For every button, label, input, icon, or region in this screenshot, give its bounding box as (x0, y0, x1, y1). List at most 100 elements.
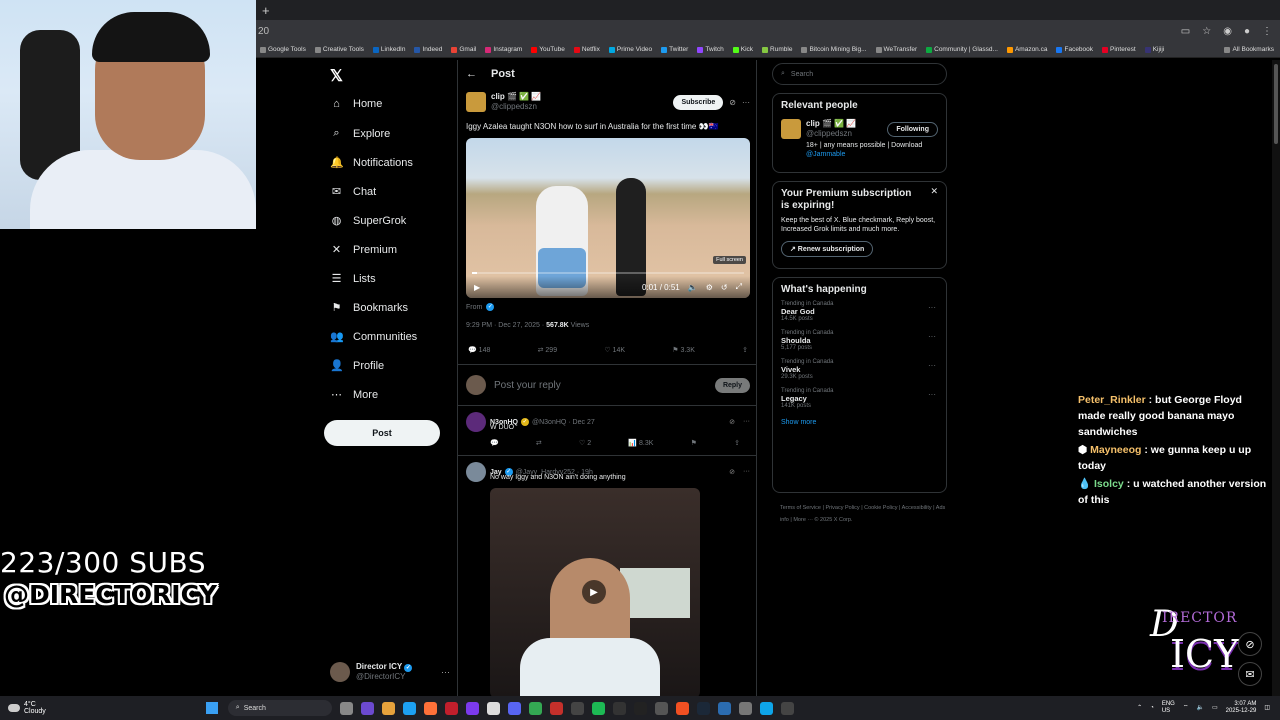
like-action[interactable]: ♡ 14K (604, 346, 625, 354)
bookmark-item[interactable]: Twitter (661, 46, 688, 53)
app-icon[interactable] (570, 701, 584, 715)
more-icon[interactable]: ··· (928, 361, 936, 370)
bookmark-item[interactable]: Creative Tools (314, 46, 364, 53)
share-icon[interactable]: ⇪ (734, 439, 740, 447)
back-arrow-icon[interactable]: ← (466, 68, 477, 80)
fullscreen-icon[interactable]: ⤢ (736, 282, 742, 292)
app-icon[interactable] (360, 701, 374, 715)
show-more-link[interactable]: Show more (773, 411, 946, 434)
more-icon[interactable]: ··· (441, 667, 450, 677)
folder-icon[interactable] (381, 701, 395, 715)
star-icon[interactable]: ☆ (1202, 26, 1211, 37)
app-icon[interactable] (339, 701, 353, 715)
bookmark-item[interactable]: Indeed (414, 46, 442, 53)
nav-communities[interactable]: 👥 Communities (330, 330, 417, 344)
reply-action[interactable]: 💬 148 (468, 346, 490, 354)
mail-icon[interactable]: ✉ (1238, 662, 1262, 686)
nav-chat[interactable]: ✉ Chat (330, 185, 376, 199)
chrome-icon[interactable] (528, 701, 542, 715)
bookmark-action[interactable]: ⚑ 3.3K (672, 346, 695, 354)
repost-action[interactable]: ⇄ 299 (538, 346, 558, 354)
more-icon[interactable]: ··· (928, 390, 936, 399)
nav-notifications[interactable]: 🔔 Notifications (330, 156, 413, 170)
reply-card[interactable]: N3onHQ ✓ @N3onHQ · Dec 27 ⊘ ··· W DUO 💬 ⇄… (458, 406, 756, 456)
bookmark-item[interactable]: YouTube (531, 46, 565, 53)
avatar[interactable] (466, 92, 486, 112)
steam-icon[interactable] (696, 701, 710, 715)
share-icon[interactable]: ⇪ (742, 346, 748, 354)
nav-explore[interactable]: ⌕ Explore (330, 127, 390, 140)
app-icon[interactable] (465, 701, 479, 715)
author-name[interactable]: clip 🎬 ✅ 📈 (491, 92, 541, 102)
bookmark-item[interactable]: Netflix (573, 46, 600, 53)
page-scrollbar[interactable] (1272, 60, 1280, 696)
weather-widget[interactable]: 4°C Cloudy (0, 701, 46, 715)
reply-button[interactable]: Reply (714, 377, 750, 393)
video-progress-bar[interactable] (472, 272, 744, 274)
more-icon[interactable]: ··· (743, 468, 750, 476)
post-timestamp[interactable]: 9:29 PM · Dec 27, 2025 · (466, 322, 546, 329)
nav-profile[interactable]: 👤 Profile (330, 359, 384, 373)
nav-home[interactable]: ⌂ Home (330, 98, 382, 110)
like-action[interactable]: ♡ 2 (579, 439, 591, 447)
footer-links[interactable]: Terms of Service | Privacy Policy | Cook… (780, 502, 950, 526)
avatar[interactable] (466, 462, 486, 482)
bookmark-item[interactable]: Kick (732, 46, 753, 53)
person-name[interactable]: clip 🎬 ✅ 📈 (806, 119, 856, 129)
account-switcher[interactable]: Director ICY ✓ @DirectorICY ··· (330, 662, 450, 682)
renew-subscription-button[interactable]: ↗ Renew subscription (781, 241, 874, 257)
search-input[interactable]: ⌕ Search (772, 63, 947, 85)
firefox-icon[interactable] (423, 701, 437, 715)
relevant-person[interactable]: clip 🎬 ✅ 📈 @clippedszn Following (773, 111, 946, 139)
settings-icon[interactable]: ⚙ (706, 283, 713, 292)
wifi-icon[interactable]: ⌔ (1183, 705, 1189, 712)
notification-icon[interactable]: ◫ (1264, 705, 1270, 712)
grok-icon[interactable]: ⊘ (729, 418, 735, 426)
app-icon[interactable] (549, 701, 563, 715)
avatar[interactable] (781, 119, 801, 139)
x-logo-icon[interactable]: 𝕏 (330, 66, 343, 86)
bookmark-item[interactable]: Twitch (697, 46, 724, 53)
more-icon[interactable]: ··· (928, 303, 936, 312)
post-button[interactable]: Post (324, 420, 440, 446)
views-action[interactable]: 📊 8.3K (628, 439, 653, 447)
bookmark-item[interactable]: Amazon.ca (1006, 46, 1047, 53)
bookmark-item[interactable]: Instagram (485, 46, 522, 53)
avatar[interactable] (466, 412, 486, 432)
trend-item[interactable]: Trending in Canada Dear God 14.5K posts … (773, 295, 946, 324)
app-icon[interactable] (486, 701, 500, 715)
bookmark-item[interactable]: Community | Glassd... (926, 46, 998, 53)
comment-icon[interactable]: 💬 (490, 439, 499, 447)
following-button[interactable]: Following (887, 121, 938, 137)
nav-supergrok[interactable]: ◍ SuperGrok (330, 214, 407, 228)
app-icon[interactable] (759, 701, 773, 715)
nav-more[interactable]: ⋯ More (330, 388, 378, 402)
subscribe-button[interactable]: Subscribe (673, 94, 724, 110)
trend-item[interactable]: Trending in Canada Legacy 141K posts ··· (773, 382, 946, 411)
bookmark-item[interactable]: WeTransfer (875, 46, 917, 53)
bookmark-item[interactable]: Gmail (451, 46, 476, 53)
grok-icon[interactable]: ⊘ (729, 468, 735, 476)
app-icon[interactable] (780, 701, 794, 715)
extension-icon[interactable]: ◉ (1223, 26, 1232, 37)
repeat-icon[interactable]: ↺ (721, 283, 728, 292)
play-icon[interactable]: ▶ (474, 283, 480, 292)
close-icon[interactable]: ✕ (930, 186, 938, 197)
network-icon[interactable]: ◔ (1150, 705, 1154, 712)
chevron-up-icon[interactable]: ⌃ (1137, 705, 1142, 712)
all-bookmarks[interactable]: All Bookmarks (1224, 46, 1280, 53)
bookmark-item[interactable]: Bitcoin Mining Big... (801, 46, 867, 53)
nav-premium[interactable]: ✕ Premium (330, 243, 397, 257)
menu-icon[interactable]: ⋮ (1262, 26, 1272, 37)
trend-item[interactable]: Trending in Canada Vivek 29.3K posts ··· (773, 353, 946, 382)
app-icon[interactable] (738, 701, 752, 715)
taskbar-search[interactable]: ⌕ Search (227, 700, 332, 716)
app-icon[interactable] (654, 701, 668, 715)
grok-icon[interactable]: ⊘ (729, 98, 736, 107)
video-player[interactable]: Full screen ▶ 0:01 / 0:51 🔈 ⚙ ↺ ⤢ (466, 138, 750, 298)
battery-icon[interactable]: ▭ (1212, 705, 1218, 712)
bookmark-item[interactable]: Kijiji (1144, 46, 1164, 53)
bookmark-item[interactable]: Pinterest (1102, 46, 1136, 53)
reply-video[interactable]: ▶ (490, 488, 700, 696)
nav-lists[interactable]: ☰ Lists (330, 272, 376, 286)
